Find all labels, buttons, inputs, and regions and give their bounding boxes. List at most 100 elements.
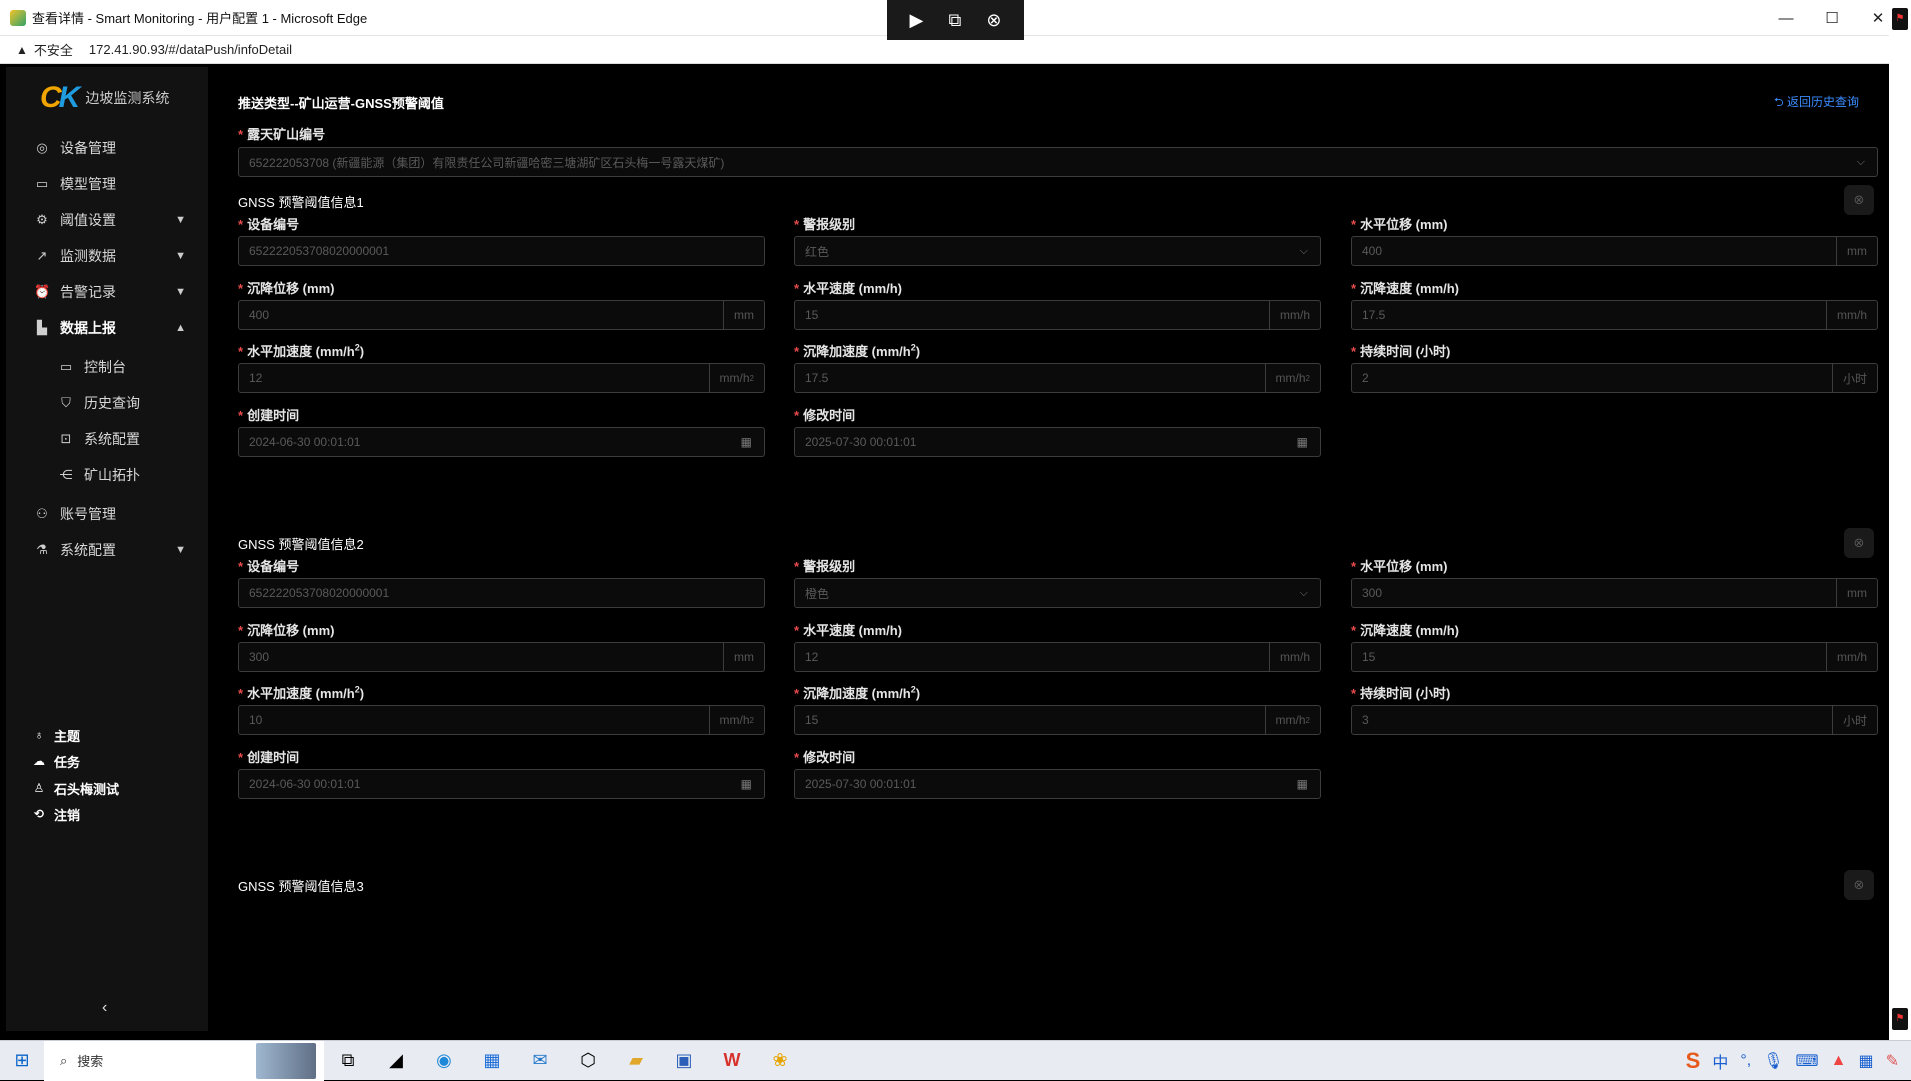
skin-icon[interactable]: ▲ bbox=[1831, 1052, 1847, 1070]
logout-button[interactable]: ⟲ 注销 bbox=[6, 802, 208, 826]
s-disp-field[interactable]: 300 mm bbox=[238, 642, 765, 672]
submenu-item-history[interactable]: ⛉ 历史查询 bbox=[6, 385, 208, 421]
created-date-field[interactable]: 2024-06-30 00:01:01 ▦ bbox=[238, 769, 765, 799]
s-acc-field[interactable]: 17.5 mm/h 2 bbox=[794, 363, 1321, 393]
s-disp-label: * 沉降位移 (mm) bbox=[238, 281, 335, 296]
pin-icon[interactable]: ▶ bbox=[910, 10, 924, 31]
cube-app-icon[interactable]: ⬡ bbox=[564, 1050, 612, 1071]
s-acc-field[interactable]: 15 mm/h 2 bbox=[794, 705, 1321, 735]
restore-icon[interactable]: ⧉ bbox=[948, 10, 961, 31]
folder-icon[interactable]: ▰ bbox=[612, 1050, 660, 1071]
mine-id-select[interactable]: 652222053708 (新疆能源（集团）有限责任公司新疆哈密三塘湖矿区石头梅… bbox=[238, 147, 1878, 177]
punctuation-icon[interactable]: °, bbox=[1740, 1052, 1751, 1070]
h-acc-field[interactable]: 10 mm/h 2 bbox=[238, 705, 765, 735]
chevron-down-icon: ▼ bbox=[175, 286, 186, 298]
notification-icon[interactable]: ✎ bbox=[1886, 1051, 1899, 1071]
theme-button[interactable]: ♁ 主题 bbox=[6, 723, 208, 747]
h-acc-field[interactable]: 12 mm/h 2 bbox=[238, 363, 765, 393]
collapse-sidebar-icon[interactable]: ‹ bbox=[102, 999, 107, 1017]
device-id-label: * 设备编号 bbox=[238, 559, 300, 574]
paw-app-icon[interactable]: ❀ bbox=[756, 1050, 804, 1071]
mine-id-label: * 露天矿山编号 bbox=[238, 127, 326, 142]
h-speed-label: * 水平速度 (mm/h) bbox=[794, 623, 903, 638]
s-disp-field[interactable]: 400 mm bbox=[238, 300, 765, 330]
flag-icon[interactable]: ⚑ bbox=[1892, 8, 1908, 30]
task-view-icon[interactable]: ⧉ bbox=[324, 1050, 372, 1071]
menu-item-device[interactable]: ◎ 设备管理 bbox=[6, 130, 208, 166]
remove-section-button[interactable]: ⊗ bbox=[1844, 528, 1874, 558]
user-button[interactable]: ♙ 石头梅测试 bbox=[6, 776, 208, 800]
h-speed-field[interactable]: 12 mm/h bbox=[794, 642, 1321, 672]
minimize-button[interactable]: — bbox=[1763, 10, 1809, 27]
menu-item-model[interactable]: ▭ 模型管理 bbox=[6, 166, 208, 202]
screen: 查看详情 - Smart Monitoring - 用户配置 1 - Micro… bbox=[0, 0, 1911, 1081]
menu-item-account[interactable]: ⚇ 账号管理 bbox=[6, 496, 208, 532]
menu-item-system-config[interactable]: ⚗ 系统配置 ▼ bbox=[6, 532, 208, 568]
maximize-button[interactable]: ☐ bbox=[1809, 9, 1855, 27]
chevron-down-icon: ⌵ bbox=[1856, 155, 1865, 168]
submenu-item-topology[interactable]: ⋲ 矿山拓扑 bbox=[6, 457, 208, 493]
menu-label: 监测数据 bbox=[60, 248, 116, 264]
url-text[interactable]: 172.41.90.93/#/dataPush/infoDetail bbox=[89, 42, 292, 57]
alarm-level-label: * 警报级别 bbox=[794, 559, 856, 574]
window-title: 查看详情 - Smart Monitoring - 用户配置 1 - Micro… bbox=[32, 11, 368, 26]
duration-label: * 持续时间 (小时) bbox=[1351, 686, 1451, 701]
sogou-icon[interactable]: S bbox=[1686, 1048, 1701, 1074]
windows-start-icon[interactable]: ⊞ bbox=[0, 1050, 44, 1071]
menu-item-threshold[interactable]: ⚙ 阈值设置 ▼ bbox=[6, 202, 208, 238]
h-disp-field[interactable]: 300 mm bbox=[1351, 578, 1878, 608]
modified-date-field[interactable]: 2025-07-30 00:01:01 ▦ bbox=[794, 427, 1321, 457]
alarm-level-select[interactable]: 橙色 ⌵ bbox=[794, 578, 1321, 608]
menu-item-alarm[interactable]: ⏰ 告警记录 ▼ bbox=[6, 274, 208, 310]
created-date-field[interactable]: 2024-06-30 00:01:01 ▦ bbox=[238, 427, 765, 457]
duration-field[interactable]: 2 小时 bbox=[1351, 363, 1878, 393]
device-id-field[interactable]: 652222053708020000001 bbox=[238, 578, 765, 608]
s-speed-field[interactable]: 15 mm/h bbox=[1351, 642, 1878, 672]
sidebar: CK 边坡监测系统 ◎ 设备管理 ▭ 模型管理 ⚙ 阈值设置 ▼ ↗ 监测数据 … bbox=[6, 67, 208, 1031]
remote-app-icon[interactable]: ▣ bbox=[660, 1050, 708, 1071]
chevron-down-icon: ⌵ bbox=[1299, 244, 1308, 257]
insecure-label: 不安全 bbox=[33, 43, 73, 58]
chart-icon: ↗ bbox=[36, 248, 48, 263]
back-link-label: 返回历史查询 bbox=[1786, 95, 1859, 109]
search-label: 搜索 bbox=[77, 1054, 104, 1069]
modified-date-field[interactable]: 2025-07-30 00:01:01 ▦ bbox=[794, 769, 1321, 799]
menu-item-data-report[interactable]: ▙ 数据上报 ▲ bbox=[6, 310, 208, 346]
back-to-history-link[interactable]: ⮌ 返回历史查询 bbox=[1774, 93, 1859, 114]
logo-mark: CK bbox=[40, 81, 80, 114]
remove-section-button[interactable]: ⊗ bbox=[1844, 870, 1874, 900]
submenu-item-config[interactable]: ⊡ 系统配置 bbox=[6, 421, 208, 457]
s-speed-field[interactable]: 17.5 mm/h bbox=[1351, 300, 1878, 330]
pin-app-icon[interactable]: ◢ bbox=[372, 1050, 420, 1071]
toolbox-icon[interactable]: ▦ bbox=[1858, 1051, 1873, 1071]
h-disp-field[interactable]: 400 mm bbox=[1351, 236, 1878, 266]
submenu-item-console[interactable]: ▭ 控制台 bbox=[6, 349, 208, 385]
taskbar-search[interactable]: ⌕ 搜索 bbox=[44, 1040, 324, 1081]
edge-icon[interactable]: ◉ bbox=[420, 1050, 468, 1071]
s-acc-label: * 沉降加速度 (mm/h2) bbox=[794, 684, 921, 701]
device-id-field[interactable]: 652222053708020000001 bbox=[238, 236, 765, 266]
close-icon: ⊗ bbox=[1853, 192, 1865, 207]
wps-icon[interactable]: W bbox=[708, 1050, 756, 1071]
address-bar[interactable]: ▲ 不安全 172.41.90.93/#/dataPush/infoDetail bbox=[0, 36, 1911, 64]
menu-item-monitor-data[interactable]: ↗ 监测数据 ▼ bbox=[6, 238, 208, 274]
flag-icon[interactable]: ⚑ bbox=[1892, 1008, 1908, 1030]
submenu-label: 系统配置 bbox=[84, 431, 140, 447]
h-disp-label: * 水平位移 (mm) bbox=[1351, 217, 1448, 232]
bottom-label: 石头梅测试 bbox=[54, 781, 120, 797]
microphone-icon[interactable]: 🎙 bbox=[1763, 1051, 1783, 1071]
duration-field[interactable]: 3 小时 bbox=[1351, 705, 1878, 735]
alarm-level-select[interactable]: 红色 ⌵ bbox=[794, 236, 1321, 266]
keyboard-icon[interactable]: ⌨ bbox=[1796, 1051, 1819, 1071]
page-title: 推送类型--矿山运营-GNSS预警阈值 bbox=[238, 96, 444, 111]
store-icon[interactable]: ▦ bbox=[468, 1050, 516, 1071]
s-disp-label: * 沉降位移 (mm) bbox=[238, 623, 335, 638]
ime-mode[interactable]: 中 bbox=[1712, 1049, 1728, 1073]
tasks-button[interactable]: ☁ 任务 bbox=[6, 749, 208, 773]
close-icon: ⊗ bbox=[1853, 535, 1865, 550]
menu-label: 系统配置 bbox=[60, 542, 116, 558]
mail-icon[interactable]: ✉ bbox=[516, 1050, 564, 1071]
h-speed-field[interactable]: 15 mm/h bbox=[794, 300, 1321, 330]
remove-section-button[interactable]: ⊗ bbox=[1844, 185, 1874, 215]
close-session-icon[interactable]: ⊗ bbox=[986, 10, 1001, 31]
